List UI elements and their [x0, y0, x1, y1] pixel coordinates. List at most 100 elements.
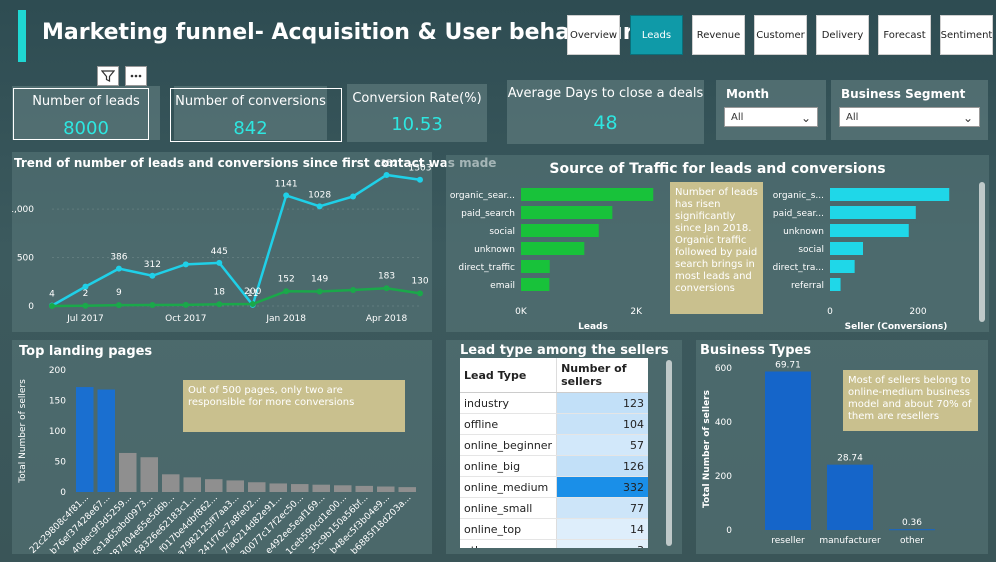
leadtype-row[interactable]: other3 — [460, 539, 648, 548]
trend-point — [216, 301, 223, 308]
traffic-leads-category-label: unknown — [474, 245, 515, 255]
landing-bar — [334, 485, 352, 492]
traffic-leads-bar — [521, 224, 599, 237]
leadtype-col-count[interactable]: Number of sellers — [556, 358, 648, 393]
trend-point — [350, 193, 357, 200]
traffic-scrollbar[interactable] — [979, 182, 985, 322]
kpi-conversions-selection-outline — [170, 88, 342, 142]
business-y-tick-label: 400 — [715, 418, 732, 428]
trend-data-label: 1028 — [308, 190, 331, 200]
trend-line-chart[interactable]: 0 500 1,000 Jul 2017 Oct 2017 Jan 2018 Apr 201… — [12, 152, 432, 332]
leadtype-row[interactable]: online_beginner 57 — [460, 434, 648, 456]
landing-bar — [312, 484, 330, 492]
nav-revenue-button[interactable]: Revenue — [692, 15, 745, 55]
landing-bar — [205, 479, 223, 492]
trend-x-tick-label: Jul 2017 — [66, 314, 104, 324]
segment-dropdown[interactable]: All ⌄ — [839, 107, 980, 127]
traffic-leads-bar — [521, 242, 585, 255]
traffic-leads-x-axis-label: Leads — [578, 322, 608, 330]
kpi-days-card[interactable]: Average Days to close a deals 48 — [507, 80, 704, 144]
leadtype-row[interactable]: online_small 77 — [460, 497, 648, 519]
traffic-leads-bar-chart[interactable]: organic_sear... paid_searchsocial unknown d… — [446, 180, 668, 330]
landing-y-axis-label: Total Number of sellers — [18, 379, 28, 484]
kpi-rate-card[interactable]: Conversion Rate(%) 10.53 — [347, 84, 487, 142]
trend-point — [82, 302, 89, 309]
business-note: Most of sellers belong to online-medium … — [843, 370, 978, 431]
month-dropdown[interactable]: All ⌄ — [724, 107, 818, 127]
trend-point — [49, 303, 55, 309]
leadtype-type-cell: online_top — [460, 518, 557, 540]
landing-bar — [398, 487, 416, 492]
leadtype-row[interactable]: online_medium 332 — [460, 476, 648, 498]
trend-data-label: 2 — [83, 289, 89, 299]
leadtype-col-type[interactable]: Lead Type — [460, 358, 557, 393]
leadtype-count-cell: 57 — [556, 434, 648, 456]
nav-delivery-button[interactable]: Delivery — [816, 15, 869, 55]
trend-point — [383, 285, 390, 292]
traffic-sellers-x-tick-label: 200 — [909, 307, 926, 317]
leadtype-count-cell: 123 — [556, 392, 648, 414]
kpi-rate-label: Conversion Rate(%) — [352, 91, 482, 106]
traffic-sellers-bar — [830, 224, 909, 237]
segment-slicer[interactable]: Business Segment All ⌄ — [831, 80, 988, 140]
leadtype-row[interactable]: industry 123 — [460, 392, 648, 414]
business-y-axis-label: Total Number of sellers — [702, 390, 712, 508]
landing-bar — [226, 480, 244, 492]
traffic-leads-category-label: paid_search — [461, 209, 515, 219]
kpi-rate-value: 10.53 — [391, 114, 443, 135]
leadtype-table-container[interactable]: Lead Type Number of sellers industry 123 o… — [460, 358, 648, 548]
leadtype-count-cell: 14 — [556, 518, 648, 540]
month-slicer[interactable]: Month All ⌄ — [716, 80, 826, 140]
month-dropdown-value: All — [731, 112, 744, 123]
trend-point — [216, 259, 223, 266]
kpi-days-value: 48 — [593, 112, 618, 134]
leadtype-type-cell: online_medium — [460, 476, 557, 498]
traffic-sellers-x-axis-label: Seller (Conversions) — [845, 322, 948, 330]
chevron-down-icon: ⌄ — [962, 111, 973, 125]
landing-bar — [355, 485, 373, 492]
leadtype-row[interactable]: offline 104 — [460, 413, 648, 435]
leadtype-scrollbar[interactable] — [666, 360, 672, 546]
trend-point — [350, 287, 357, 294]
nav-customer-button[interactable]: Customer — [754, 15, 807, 55]
traffic-leads-bar — [521, 188, 654, 201]
leadtype-type-cell: online_beginner — [460, 434, 557, 456]
trend-data-label: 312 — [144, 260, 161, 270]
leadtype-type-cell: offline — [460, 413, 557, 435]
landing-bar-chart[interactable]: 050100150200Total Number of sellers22c29… — [12, 340, 432, 554]
business-y-tick-label: 200 — [715, 472, 732, 482]
landing-y-tick-label: 0 — [60, 488, 66, 498]
trend-data-label: 152 — [278, 274, 295, 284]
leadtype-row[interactable]: online_big 126 — [460, 455, 648, 477]
traffic-sellers-bar — [830, 206, 916, 219]
nav-sentiment-button[interactable]: Sentiment — [940, 15, 993, 55]
nav-forecast-button[interactable]: Forecast — [878, 15, 931, 55]
more-options-icon[interactable] — [125, 66, 147, 86]
landing-y-tick-label: 200 — [49, 366, 66, 376]
leadtype-type-cell: online_small — [460, 497, 557, 519]
traffic-sellers-category-label: organic_s... — [773, 191, 824, 201]
trend-x-tick-label: Oct 2017 — [165, 314, 206, 324]
traffic-leads-category-label: organic_sear... — [450, 191, 515, 201]
leadtype-row[interactable]: online_top 14 — [460, 518, 648, 540]
nav-overview-button[interactable]: Overview — [567, 15, 620, 55]
traffic-sellers-category-label: unknown — [783, 227, 824, 237]
landing-bar — [377, 486, 395, 492]
segment-dropdown-value: All — [846, 112, 859, 123]
trend-data-label: 9 — [116, 288, 122, 298]
business-data-label: 69.71 — [775, 361, 801, 371]
traffic-leads-bar — [521, 206, 613, 219]
kpi-days-label: Average Days to close a deals — [507, 86, 704, 101]
trend-y-tick-label: 0 — [28, 302, 34, 312]
landing-y-tick-label: 100 — [49, 427, 66, 437]
trend-data-label: 445 — [211, 247, 228, 257]
traffic-sellers-bar-chart[interactable]: organic_s... paid_sear...unknown social dir… — [765, 180, 975, 330]
nav-leads-button[interactable]: Leads — [630, 15, 683, 55]
business-y-tick-label: 600 — [715, 364, 732, 374]
leadtype-type-cell: industry — [460, 392, 557, 414]
traffic-note: Number of leads has risen significantly … — [670, 182, 763, 314]
traffic-sellers-bar — [830, 278, 841, 291]
filter-icon[interactable] — [97, 66, 119, 86]
traffic-leads-x-tick-label: 2K — [630, 307, 643, 317]
month-slicer-label: Month — [726, 87, 770, 101]
